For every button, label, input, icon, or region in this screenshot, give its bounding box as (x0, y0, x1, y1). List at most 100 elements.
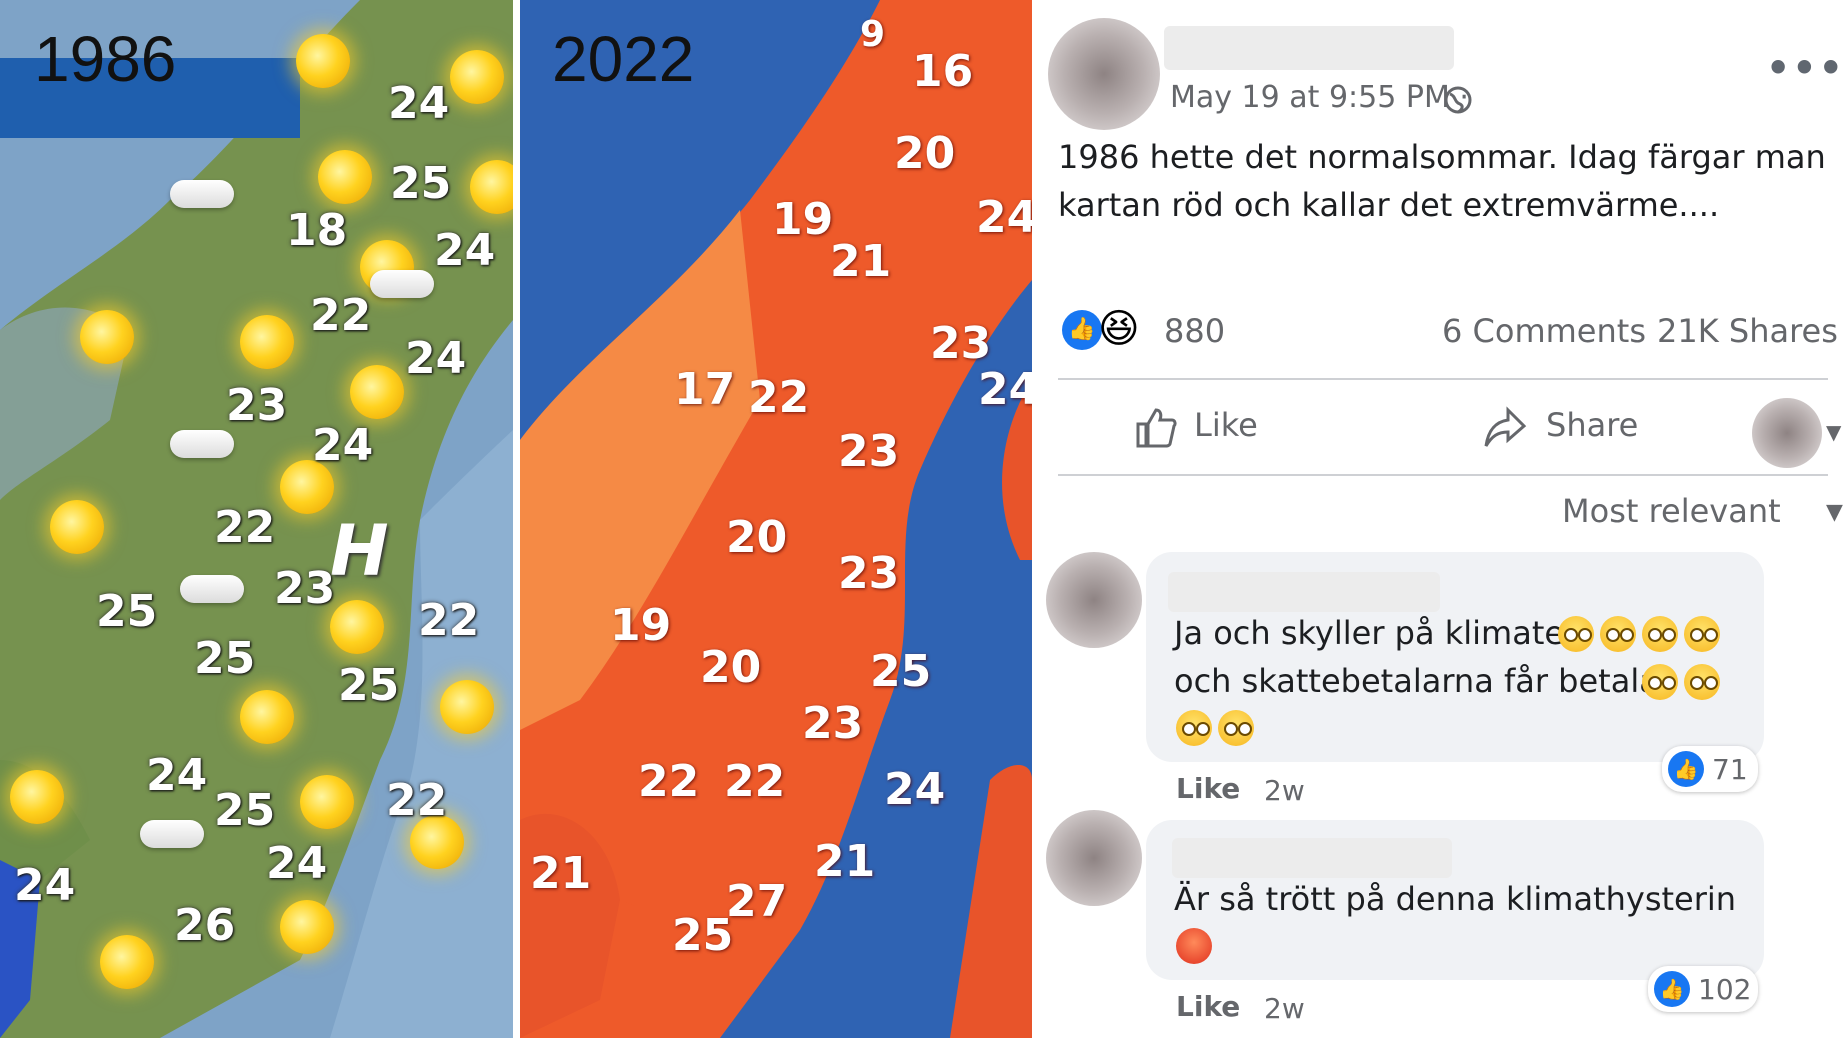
temperature-label: 20 (726, 512, 788, 563)
temperature-label: 23 (226, 380, 288, 431)
share-button-label: Share (1546, 406, 1639, 444)
like-button-label: Like (1194, 406, 1258, 444)
reaction-count[interactable]: 880 (1164, 312, 1225, 350)
sun-icon (240, 315, 294, 369)
sun-icon (330, 600, 384, 654)
more-options-icon[interactable]: ••• (1766, 46, 1845, 90)
author-name-redacted[interactable] (1164, 26, 1454, 70)
sun-icon (240, 690, 294, 744)
reactor-avatar[interactable] (1752, 398, 1822, 468)
temperature-label: 21 (814, 836, 876, 887)
comment-time[interactable]: 2w (1264, 992, 1305, 1025)
share-arrow-icon (1484, 406, 1527, 447)
temperature-label: 18 (286, 205, 348, 256)
facebook-post: May 19 at 9:55 PM · ••• 1986 hette det n… (1032, 0, 1848, 1038)
temperature-label: 16 (912, 46, 974, 97)
temperature-label: 25 (390, 158, 452, 209)
commenter-avatar[interactable] (1046, 552, 1142, 648)
temperature-label: 25 (338, 660, 400, 711)
sun-icon (450, 50, 504, 104)
sun-icon (350, 365, 404, 419)
comment-text: Ja och skyller på klimatet (1174, 614, 1577, 652)
globe-icon (1444, 86, 1472, 114)
temperature-label: 25 (214, 785, 276, 836)
temperature-label: 27 (726, 876, 788, 927)
laugh-reaction-icon: 😆 (1098, 306, 1140, 352)
temperature-label: 24 (884, 764, 946, 815)
temperature-label: 9 (860, 14, 886, 55)
comment-time[interactable]: 2w (1264, 774, 1305, 807)
temperature-label: 20 (894, 128, 956, 179)
caret-down-icon: ▼ (1826, 500, 1843, 525)
commenter-name-redacted[interactable] (1168, 572, 1440, 612)
like-reaction-icon: 👍 (1654, 971, 1690, 1007)
comment-like-link[interactable]: Like (1176, 772, 1240, 805)
divider (1058, 378, 1828, 380)
map-2022-panel: 2022 9 16 20 19 24 21 23 17 22 24 23 20 … (520, 0, 1032, 1038)
comment-text: och skattebetalarna får betala (1174, 662, 1659, 700)
flushed-face-icon (1176, 710, 1212, 746)
sort-label: Most relevant (1562, 492, 1781, 530)
shares-count[interactable]: 21K Shares (1657, 312, 1838, 350)
sun-icon (318, 150, 372, 204)
temperature-label: 24 (976, 192, 1032, 243)
temperature-label: 22 (386, 775, 448, 826)
sun-icon (10, 770, 64, 824)
comment-reaction-count[interactable]: 👍 102 (1648, 966, 1758, 1012)
dropdown-arrow-icon[interactable]: ▼ (1826, 420, 1841, 444)
commenter-avatar[interactable] (1046, 810, 1142, 906)
post-timestamp[interactable]: May 19 at 9:55 PM · (1170, 80, 1469, 115)
map-1986-panel: 1986 H 24 25 18 24 22 24 23 24 22 23 22 … (0, 0, 513, 1038)
flushed-face-icon (1684, 616, 1720, 652)
panel-divider (513, 0, 520, 1038)
temperature-label: 19 (772, 194, 834, 245)
temperature-label: 24 (146, 750, 208, 801)
temperature-label: 22 (310, 290, 372, 341)
comment-text: Är så trött på denna klimathysterin (1174, 880, 1737, 918)
angry-face-icon (1176, 928, 1212, 964)
cloud-icon (370, 270, 434, 298)
temperature-label: 24 (978, 364, 1032, 415)
year-label-2022: 2022 (552, 23, 695, 95)
sun-icon (440, 680, 494, 734)
flushed-face-icon (1600, 616, 1636, 652)
flushed-face-icon (1642, 616, 1678, 652)
temperature-label: 23 (838, 548, 900, 599)
temperature-label: 22 (724, 756, 786, 807)
temperature-label: 24 (388, 78, 450, 129)
cloud-icon (140, 820, 204, 848)
temperature-label: 23 (930, 318, 992, 369)
sun-icon (100, 935, 154, 989)
post-text-line-2: kartan röd och kallar det extremvärme...… (1058, 186, 1720, 224)
comment-like-count: 71 (1712, 752, 1748, 786)
comment-like-link[interactable]: Like (1176, 990, 1240, 1023)
comments-count[interactable]: 6 Comments (1442, 312, 1646, 350)
temperature-label: 19 (610, 600, 672, 651)
temperature-label: 24 (312, 420, 374, 471)
sun-icon (300, 775, 354, 829)
temperature-label: 20 (700, 642, 762, 693)
cloud-icon (170, 430, 234, 458)
temperature-label: 22 (638, 756, 700, 807)
temperature-label: 26 (174, 900, 236, 951)
temperature-label: 17 (674, 364, 736, 415)
year-label-1986: 1986 (34, 23, 177, 95)
sun-icon (296, 34, 350, 88)
share-button[interactable]: Share (1482, 398, 1702, 458)
temperature-label: 22 (748, 372, 810, 423)
sort-dropdown[interactable]: Most relevant ▼ (1562, 492, 1843, 532)
temperature-label: 24 (405, 333, 467, 384)
temperature-label: 21 (830, 236, 892, 287)
sun-icon (50, 500, 104, 554)
like-button[interactable]: Like (1132, 398, 1352, 458)
temperature-label: 24 (14, 860, 76, 911)
comment-reaction-count[interactable]: 👍 71 (1662, 746, 1758, 792)
temperature-label: 23 (274, 563, 336, 614)
cloud-icon (170, 180, 234, 208)
temperature-label: 25 (672, 910, 734, 961)
temperature-label: 22 (214, 502, 276, 553)
commenter-name-redacted[interactable] (1172, 838, 1452, 878)
author-avatar[interactable] (1048, 18, 1160, 130)
temperature-label: 22 (418, 595, 480, 646)
flushed-face-icon (1558, 616, 1594, 652)
